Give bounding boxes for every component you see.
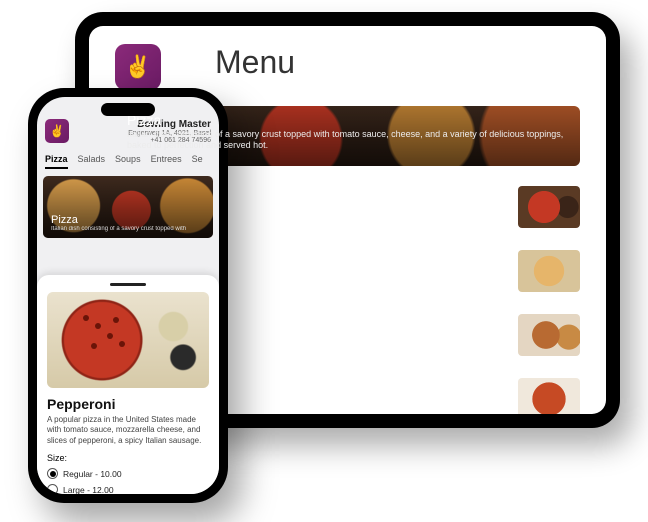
tab-soups[interactable]: Soups (115, 154, 141, 169)
item-thumb (518, 378, 580, 414)
detail-sheet[interactable]: Pepperoni A popular pizza in the United … (37, 275, 219, 494)
phone-notch (101, 103, 155, 116)
option-label: Large - 12.00 (63, 485, 114, 494)
category-banner[interactable]: Pizza Italian dish consisting of a savor… (43, 176, 213, 238)
category-name: Pizza (127, 112, 568, 128)
detail-description: A popular pizza in the United States mad… (47, 415, 209, 446)
size-option-large[interactable]: Large - 12.00 (47, 484, 209, 494)
category-name: Pizza (51, 214, 205, 226)
sheet-handle[interactable] (110, 283, 146, 286)
detail-name: Pepperoni (47, 396, 209, 412)
item-thumb (518, 314, 580, 356)
tab-entrees[interactable]: Entrees (151, 154, 182, 169)
size-label: Size: (47, 453, 209, 463)
size-option-regular[interactable]: Regular - 10.00 (47, 468, 209, 479)
phone-screen: ✌ Bowling Master Engerweg 1A, 4021, Base… (37, 97, 219, 494)
option-label: Regular - 10.00 (63, 469, 122, 479)
app-logo: ✌ (115, 44, 161, 90)
category-description: Italian dish consisting of a savory crus… (127, 129, 568, 152)
tab-more[interactable]: Se (192, 154, 203, 169)
item-thumb (518, 250, 580, 292)
menu-title: Menu (215, 44, 295, 81)
category-tabs: Pizza Salads Soups Entrees Se (37, 150, 219, 174)
item-thumb (518, 186, 580, 228)
detail-image (47, 292, 209, 388)
radio-icon (47, 468, 58, 479)
tab-pizza[interactable]: Pizza (45, 154, 68, 169)
app-logo: ✌ (45, 119, 69, 143)
tab-salads[interactable]: Salads (78, 154, 106, 169)
radio-icon (47, 484, 58, 494)
category-description: Italian dish consisting of a savory crus… (51, 226, 205, 232)
